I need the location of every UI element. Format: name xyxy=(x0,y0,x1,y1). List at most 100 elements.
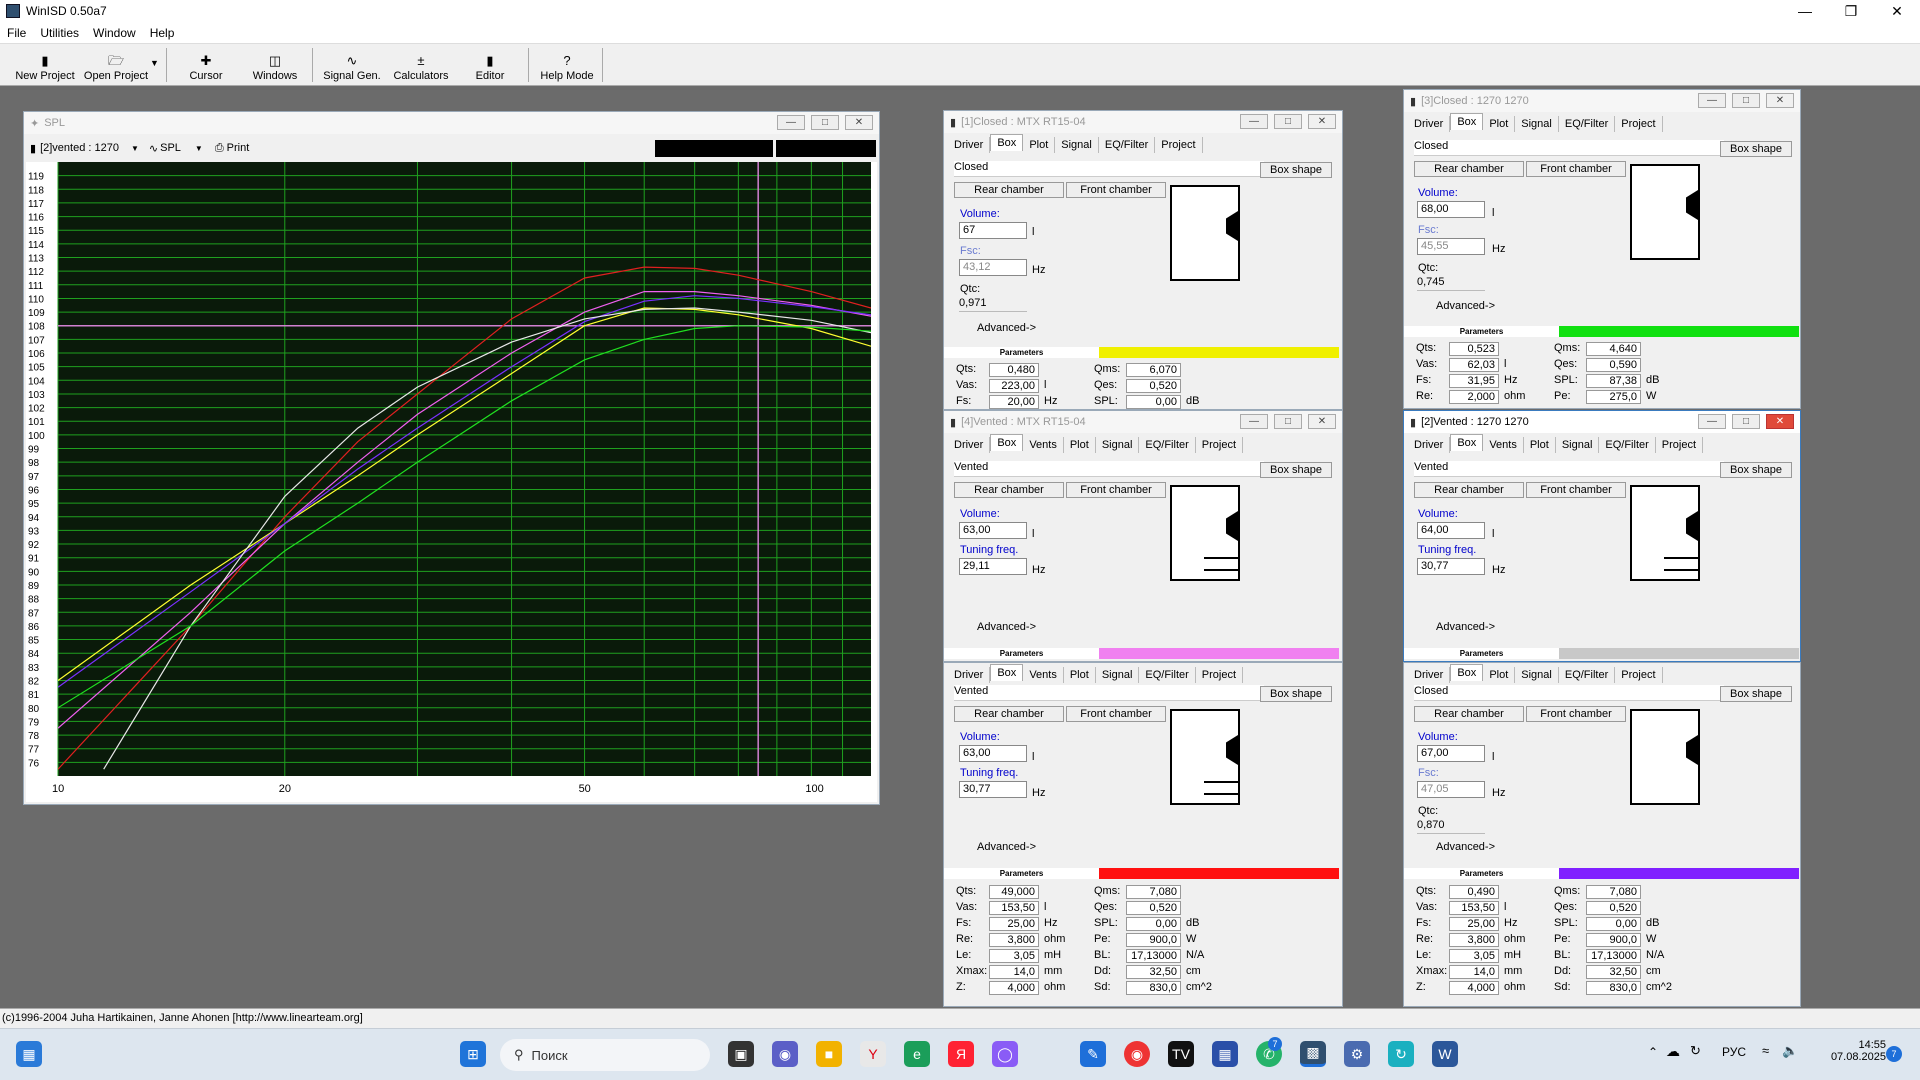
advanced-button[interactable]: Advanced-> xyxy=(977,322,1036,334)
tab-vents[interactable]: Vents xyxy=(1023,667,1064,683)
language-indicator[interactable]: РУС xyxy=(1722,1045,1746,1059)
tab-plot[interactable]: Plot xyxy=(1483,667,1516,683)
winisd-icon[interactable]: ▩ xyxy=(1300,1041,1326,1067)
front-chamber-tab[interactable]: Front chamber xyxy=(1066,482,1166,498)
box-type-select[interactable]: Closed xyxy=(954,161,1264,177)
tab-box[interactable]: Box xyxy=(1450,113,1484,130)
tab-driver[interactable]: Driver xyxy=(948,137,991,153)
volume-field[interactable]: 67 xyxy=(959,222,1027,239)
tab-project[interactable]: Project xyxy=(1615,667,1663,683)
onedrive-icon[interactable]: ☁ xyxy=(1666,1043,1680,1060)
minimize-button[interactable]: — xyxy=(1240,114,1268,129)
editor-button[interactable]: ▮ Editor xyxy=(462,46,518,84)
tuning-freq-field[interactable]: 30,77 xyxy=(959,781,1027,798)
minimize-button[interactable]: — xyxy=(1782,0,1828,22)
box-shape-button[interactable]: Box shape xyxy=(1720,141,1792,157)
yandex-icon[interactable]: Y xyxy=(860,1041,886,1067)
tab-plot[interactable]: Plot xyxy=(1023,137,1056,153)
front-chamber-tab[interactable]: Front chamber xyxy=(1526,706,1626,722)
spl-chart[interactable]: 119 118 117 116 115 114 113 112 111 110 109 108 107 1… xyxy=(26,162,877,802)
app-icon[interactable]: ↻ xyxy=(1388,1041,1414,1067)
chevron-up-icon[interactable]: ⌃ xyxy=(1648,1045,1658,1059)
box-type-select[interactable]: Vented xyxy=(1414,461,1724,477)
notifications-badge[interactable]: 7 xyxy=(1886,1046,1902,1062)
teams-icon[interactable]: ◉ xyxy=(772,1041,798,1067)
tab-signal[interactable]: Signal xyxy=(1556,437,1600,453)
tab-box[interactable]: Box xyxy=(990,134,1024,151)
menu-utilities[interactable]: Utilities xyxy=(33,26,86,40)
box-type-select[interactable]: Vented xyxy=(954,461,1264,477)
menu-window[interactable]: Window xyxy=(86,26,143,40)
restore-button[interactable]: ❐ xyxy=(1828,0,1874,22)
advanced-button[interactable]: Advanced-> xyxy=(977,841,1036,853)
tab-box[interactable]: Box xyxy=(990,664,1024,681)
tab-plot[interactable]: Plot xyxy=(1064,437,1096,453)
tab-signal[interactable]: Signal xyxy=(1515,116,1559,132)
close-button[interactable]: ✕ xyxy=(1874,0,1920,22)
box-shape-button[interactable]: Box shape xyxy=(1260,462,1332,478)
close-button[interactable]: ✕ xyxy=(1766,93,1794,108)
rear-chamber-tab[interactable]: Rear chamber xyxy=(954,706,1064,722)
volume-field[interactable]: 64,00 xyxy=(1417,522,1485,539)
maximize-button[interactable]: □ xyxy=(1732,414,1760,429)
volume-field[interactable]: 63,00 xyxy=(959,522,1027,539)
rear-chamber-tab[interactable]: Rear chamber xyxy=(954,482,1064,498)
tab-project[interactable]: Project xyxy=(1656,437,1704,453)
desktop-icon[interactable]: ▦ xyxy=(16,1041,42,1067)
tab-eq-filter[interactable]: EQ/Filter xyxy=(1559,667,1616,683)
menu-file[interactable]: File xyxy=(0,26,33,40)
help-mode-button[interactable]: ? Help Mode xyxy=(536,46,598,84)
box-shape-button[interactable]: Box shape xyxy=(1260,162,1332,178)
tab-box[interactable]: Box xyxy=(1450,434,1484,451)
graph-select[interactable]: SPL xyxy=(160,142,181,154)
minimize-button[interactable]: — xyxy=(777,115,805,130)
tab-driver[interactable]: Driver xyxy=(948,437,991,453)
tab-project[interactable]: Project xyxy=(1196,437,1244,453)
sync-icon[interactable]: ↻ xyxy=(1690,1043,1701,1059)
volume-icon[interactable]: 🔈 xyxy=(1782,1043,1798,1059)
rear-chamber-tab[interactable]: Rear chamber xyxy=(1414,161,1524,177)
minimize-button[interactable]: — xyxy=(1240,414,1268,429)
tab-eq-filter[interactable]: EQ/Filter xyxy=(1099,137,1156,153)
close-button[interactable]: ✕ xyxy=(1308,114,1336,129)
maximize-button[interactable]: □ xyxy=(1274,414,1302,429)
tab-signal[interactable]: Signal xyxy=(1096,437,1140,453)
tab-eq-filter[interactable]: EQ/Filter xyxy=(1599,437,1656,453)
tab-vents[interactable]: Vents xyxy=(1023,437,1064,453)
pen-icon[interactable]: ✎ xyxy=(1080,1041,1106,1067)
tuning-freq-field[interactable]: 29,11 xyxy=(959,558,1027,575)
task-view-icon[interactable]: ▣ xyxy=(728,1041,754,1067)
advanced-button[interactable]: Advanced-> xyxy=(1436,621,1495,633)
tab-signal[interactable]: Signal xyxy=(1096,667,1140,683)
start-button[interactable]: ⊞ xyxy=(460,1041,486,1067)
print-button[interactable]: Print xyxy=(227,142,250,154)
maximize-button[interactable]: □ xyxy=(1732,93,1760,108)
tab-project[interactable]: Project xyxy=(1615,116,1663,132)
settings-icon[interactable]: ⚙ xyxy=(1344,1041,1370,1067)
tab-driver[interactable]: Driver xyxy=(1408,116,1451,132)
clock[interactable]: 14:55 07.08.2025 xyxy=(1806,1039,1886,1063)
chevron-down-icon[interactable]: ▼ xyxy=(131,144,139,153)
tab-driver[interactable]: Driver xyxy=(1408,437,1451,453)
word-icon[interactable]: W xyxy=(1432,1041,1458,1067)
front-chamber-tab[interactable]: Front chamber xyxy=(1526,482,1626,498)
minimize-button[interactable]: — xyxy=(1698,414,1726,429)
box-type-select[interactable]: Closed xyxy=(1414,140,1724,156)
alice-icon[interactable]: ◯ xyxy=(992,1041,1018,1067)
tab-plot[interactable]: Plot xyxy=(1064,667,1096,683)
tab-vents[interactable]: Vents xyxy=(1483,437,1524,453)
tab-signal[interactable]: Signal xyxy=(1055,137,1099,153)
volume-field[interactable]: 67,00 xyxy=(1417,745,1485,762)
new-project-button[interactable]: ▮ New Project xyxy=(10,46,80,84)
minimize-button[interactable]: — xyxy=(1698,93,1726,108)
yandex-browser-icon[interactable]: Я xyxy=(948,1041,974,1067)
file-explorer-icon[interactable]: ■ xyxy=(816,1041,842,1067)
tab-plot[interactable]: Plot xyxy=(1483,116,1516,132)
tab-project[interactable]: Project xyxy=(1196,667,1244,683)
search-box[interactable]: ⚲ Поиск xyxy=(500,1039,710,1071)
tab-project[interactable]: Project xyxy=(1155,137,1203,153)
close-button[interactable]: ✕ xyxy=(845,115,873,130)
advanced-button[interactable]: Advanced-> xyxy=(1436,841,1495,853)
rear-chamber-tab[interactable]: Rear chamber xyxy=(1414,706,1524,722)
spl-window-titlebar[interactable]: ✦ SPL xyxy=(24,112,879,134)
